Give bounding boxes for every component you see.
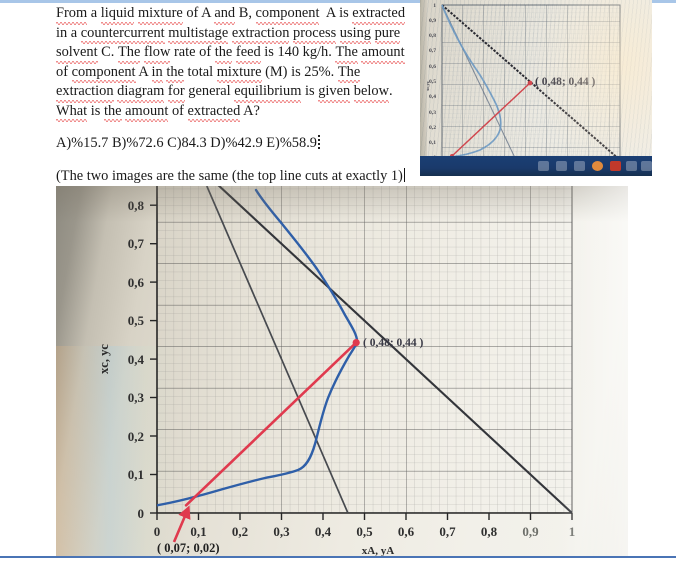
xtick-label: 0,5 [356, 524, 373, 539]
thumbnail-taskbar [420, 156, 652, 176]
y-axis-title: xc, yc [97, 344, 111, 374]
chart-photo-thumbnail[interactable]: 1 0,9 0,8 0,7 0,6 0,5 0,4 0,3 0,2 0,1 0 … [420, 0, 652, 176]
chart-top-shadow [56, 186, 628, 222]
ytick-label: 0 [138, 506, 145, 521]
x-axis-tick-labels: 0 0,1 0,2 0,3 0,4 0,5 0,6 0,7 0,8 0,9 1 [154, 524, 576, 539]
question-line: extraction diagram for general equilibri… [56, 82, 422, 102]
window-bottom-border [0, 556, 676, 569]
xtick-label: 0,1 [190, 524, 206, 539]
xtick-label: 0 [154, 524, 161, 539]
xtick-label: 0,8 [481, 524, 498, 539]
question-line: From a liquid mixture of A and B, compon… [56, 4, 422, 24]
tie-line-upper-point [352, 339, 360, 347]
ytick-label: 0,4 [128, 352, 145, 367]
xtick-label: 0,9 [522, 524, 539, 539]
xtick-label: 0,6 [398, 524, 415, 539]
xtick-label: 0,3 [273, 524, 290, 539]
text-caret [403, 167, 405, 182]
question-line: of component A in the total mixture (M) … [56, 63, 422, 83]
ytick-label: 0,5 [128, 313, 145, 328]
lower-point-arrow [172, 505, 191, 543]
upper-point-annotation: ( 0,48; 0,44 ) [363, 337, 424, 349]
ytick-label: 0,6 [128, 275, 145, 290]
note-text: (The two images are the same (the top li… [56, 167, 403, 184]
ytick-label: 0,3 [128, 390, 145, 405]
taskbar-icon [592, 161, 603, 171]
ytick-label: 0,7 [128, 236, 145, 251]
taskbar-icon [574, 161, 585, 171]
lower-point-annotation: ( 0,07; 0,02) [157, 541, 220, 555]
answer-choices-line: A)%15.7 B)%72.6 C)84.3 D)%42.9 E)%58.9 [56, 134, 422, 154]
answer-choices-text: A)%15.7 B)%72.6 C)84.3 D)%42.9 E)%58.9 [56, 135, 317, 151]
chart-right-highlight [558, 186, 628, 558]
question-line: What is the amount of extracted A? [56, 102, 422, 122]
text-caret [318, 135, 320, 149]
ytick-label: 0,1 [128, 467, 144, 482]
xtick-label: 0,7 [439, 524, 456, 539]
extraction-diagram-svg: ( 0,48; 0,44 ) 0,8 0,7 0,6 0,5 0,4 0,3 0… [97, 186, 576, 557]
y-axis-tick-labels: 0,8 0,7 0,6 0,5 0,4 0,3 0,2 0,1 0 [128, 198, 145, 521]
ytick-label: 0,2 [128, 429, 144, 444]
xtick-label: 0,2 [232, 524, 248, 539]
question-line: solvent C. The flow rate of the feed is … [56, 43, 422, 63]
question-text-block: From a liquid mixture of A and B, compon… [56, 4, 422, 186]
extraction-diagram-photo[interactable]: ( 0,48; 0,44 ) 0,8 0,7 0,6 0,5 0,4 0,3 0… [56, 186, 628, 558]
taskbar-icon [556, 161, 567, 171]
x-axis-ticks [156, 513, 573, 520]
taskbar-icon [610, 161, 621, 171]
taskbar-icon [538, 161, 549, 171]
xtick-label: 0,4 [315, 524, 332, 539]
taskbar-icon [641, 161, 652, 171]
thumbnail-glare [532, 0, 652, 176]
note-line: (The two images are the same (the top li… [56, 167, 422, 187]
question-line: in a countercurrent multistage extractio… [56, 24, 422, 44]
taskbar-icon [626, 161, 637, 171]
y-axis-ticks [150, 204, 157, 514]
